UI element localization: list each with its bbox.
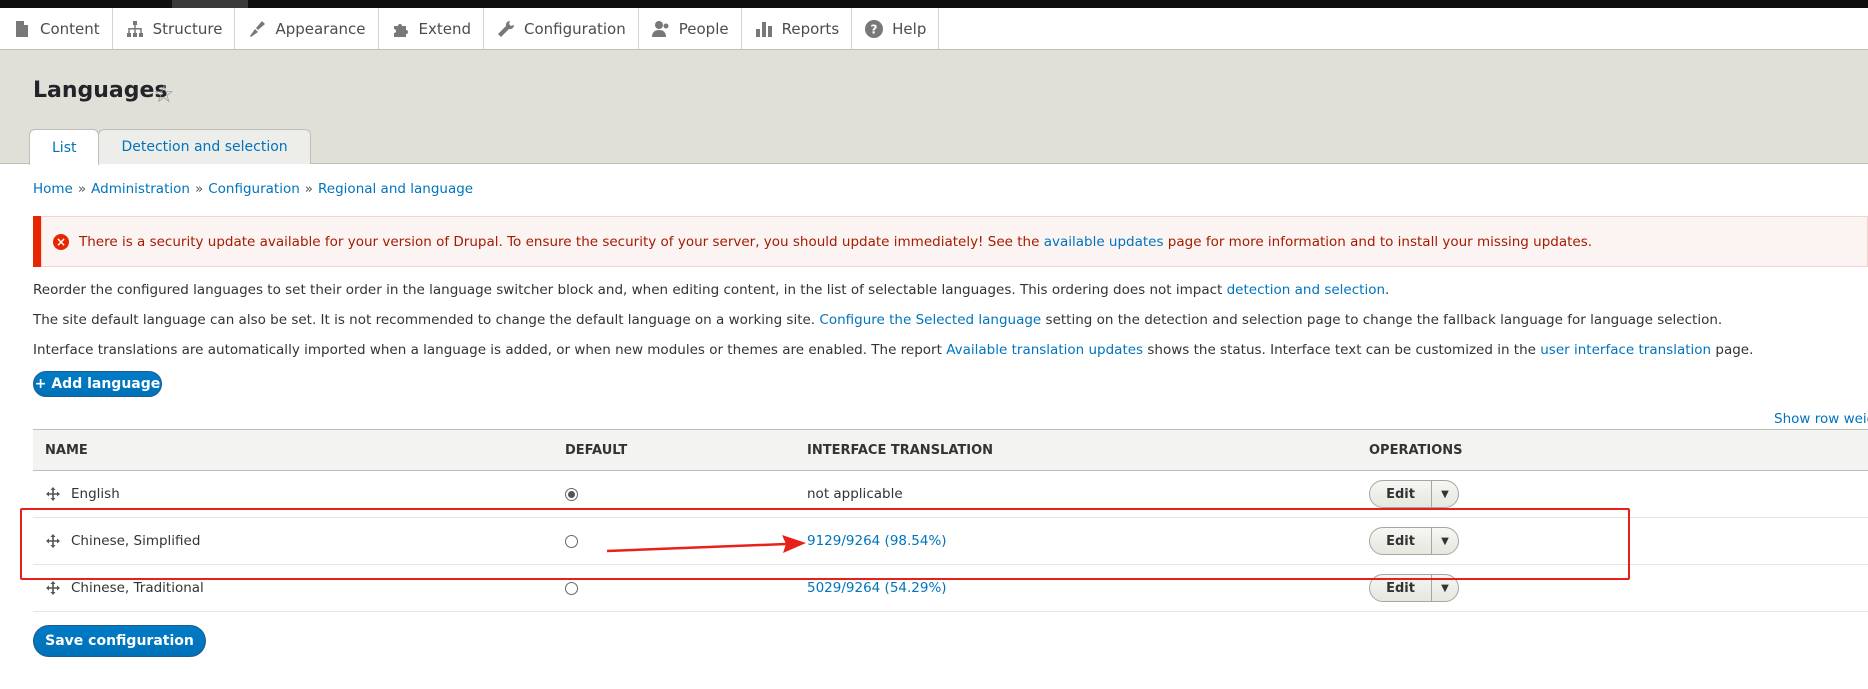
operations-dropbutton: Edit ▼: [1369, 527, 1459, 555]
primary-tabs: List Detection and selection: [29, 129, 311, 165]
translation-cell: 5029/9264 (54.29%): [795, 564, 1357, 612]
drag-handle-icon[interactable]: [45, 533, 61, 549]
show-row-weights-link[interactable]: Show row weights: [1774, 411, 1868, 427]
admin-toolbar: Content Structure Appearance Extend Conf…: [0, 8, 1868, 50]
column-header-name: Name: [33, 429, 553, 471]
default-radio[interactable]: [565, 581, 578, 595]
toolbar-item-label: Content: [40, 19, 100, 38]
paintbrush-icon: [250, 20, 266, 37]
toolbar-item-people[interactable]: People: [639, 8, 742, 49]
default-radio[interactable]: [565, 534, 578, 548]
operations-cell: Edit ▼: [1357, 517, 1868, 565]
breadcrumb-regional-and-language[interactable]: Regional and language: [318, 181, 473, 197]
add-language-button[interactable]: + Add language: [33, 371, 162, 397]
puzzle-icon: [393, 23, 408, 37]
breadcrumb-home[interactable]: Home: [33, 181, 73, 197]
translation-cell: 9129/9264 (98.54%): [795, 517, 1357, 565]
drag-handle-icon[interactable]: [45, 580, 61, 596]
language-name-cell: Chinese, Simplified: [33, 517, 553, 565]
default-radio[interactable]: [565, 487, 578, 501]
toolbar-item-label: Configuration: [524, 19, 626, 38]
available-translation-updates-link[interactable]: Available translation updates: [946, 342, 1143, 358]
operations-dropbutton: Edit ▼: [1369, 480, 1459, 508]
people-icon: [651, 20, 669, 37]
table-row: English not applicable Edit ▼: [33, 470, 1868, 518]
breadcrumb-administration[interactable]: Administration: [91, 181, 190, 197]
admin-bar-tab[interactable]: [172, 0, 248, 8]
description-default-language: The site default language can also be se…: [33, 312, 1723, 328]
toolbar-item-help[interactable]: ? Help: [852, 8, 940, 49]
available-updates-link[interactable]: available updates: [1044, 234, 1164, 250]
alert-message: There is a security update available for…: [79, 233, 1593, 250]
description-reorder: Reorder the configured languages to set …: [33, 282, 1390, 298]
column-header-default: Default: [553, 429, 795, 471]
edit-button[interactable]: Edit: [1370, 481, 1432, 507]
language-name-cell: English: [33, 470, 553, 518]
column-header-operations: Operations: [1357, 429, 1868, 471]
user-interface-translation-link[interactable]: user interface translation: [1540, 342, 1711, 358]
default-cell: [553, 517, 795, 565]
sitemap-icon: [126, 20, 143, 37]
toolbar-item-structure[interactable]: Structure: [113, 8, 236, 49]
file-icon: [16, 20, 28, 37]
default-cell: [553, 564, 795, 612]
breadcrumb-separator: »: [77, 181, 87, 197]
wrench-icon: [498, 20, 515, 37]
operations-cell: Edit ▼: [1357, 564, 1868, 612]
toolbar-item-extend[interactable]: Extend: [379, 8, 485, 49]
table-row: Chinese, Simplified 9129/9264 (98.54%) E…: [33, 517, 1868, 565]
translation-cell: not applicable: [795, 470, 1357, 518]
operations-dropbutton: Edit ▼: [1369, 574, 1459, 602]
table-row: Chinese, Traditional 5029/9264 (54.29%) …: [33, 564, 1868, 612]
description-interface-translations: Interface translations are automatically…: [33, 342, 1754, 358]
toolbar-item-label: People: [678, 19, 729, 38]
toolbar-item-content[interactable]: Content: [0, 8, 113, 49]
edit-button[interactable]: Edit: [1370, 575, 1432, 601]
language-name: English: [71, 486, 120, 502]
tab-detection-and-selection[interactable]: Detection and selection: [98, 129, 311, 164]
detection-and-selection-link[interactable]: detection and selection: [1227, 282, 1385, 298]
toolbar-item-label: Help: [892, 19, 927, 38]
chevron-down-icon[interactable]: ▼: [1432, 575, 1458, 601]
bar-chart-icon: [755, 21, 772, 37]
toolbar-item-label: Structure: [152, 19, 223, 38]
page-title: Languages: [33, 78, 168, 103]
error-icon: ×: [53, 233, 69, 250]
save-configuration-button[interactable]: Save configuration: [33, 625, 206, 657]
star-icon[interactable]: ☆: [153, 80, 175, 108]
toolbar-item-label: Appearance: [275, 19, 366, 38]
chevron-down-icon[interactable]: ▼: [1432, 528, 1458, 554]
toolbar-item-label: Extend: [418, 19, 472, 38]
top-admin-bar: [0, 0, 1868, 8]
toolbar-item-appearance[interactable]: Appearance: [235, 8, 379, 49]
column-header-interface-translation: Interface translation: [795, 429, 1357, 471]
configure-selected-language-link[interactable]: Configure the Selected language: [819, 312, 1041, 328]
language-name: Chinese, Simplified: [71, 533, 201, 549]
toolbar-item-reports[interactable]: Reports: [742, 8, 853, 49]
help-icon: ?: [865, 19, 884, 38]
operations-cell: Edit ▼: [1357, 470, 1868, 518]
breadcrumb-configuration[interactable]: Configuration: [208, 181, 300, 197]
translation-status-link[interactable]: 5029/9264 (54.29%): [807, 580, 947, 596]
default-cell: [553, 470, 795, 518]
breadcrumb: Home» Administration» Configuration» Region…: [33, 181, 473, 197]
breadcrumb-separator: »: [304, 181, 314, 197]
toolbar-item-label: Reports: [781, 19, 840, 38]
languages-table: Name Default Interface translation Opera…: [33, 429, 1868, 612]
drag-handle-icon[interactable]: [45, 486, 61, 502]
table-header-row: Name Default Interface translation Opera…: [33, 429, 1868, 471]
language-name-cell: Chinese, Traditional: [33, 564, 553, 612]
breadcrumb-separator: »: [194, 181, 204, 197]
language-name: Chinese, Traditional: [71, 580, 204, 596]
tab-list[interactable]: List: [29, 129, 100, 165]
edit-button[interactable]: Edit: [1370, 528, 1432, 554]
toolbar-item-configuration[interactable]: Configuration: [484, 8, 639, 49]
svg-text:?: ?: [871, 22, 878, 36]
translation-status-link[interactable]: 9129/9264 (98.54%): [807, 533, 947, 549]
translation-status: not applicable: [807, 486, 903, 502]
security-alert: × There is a security update available f…: [33, 216, 1868, 267]
chevron-down-icon[interactable]: ▼: [1432, 481, 1458, 507]
